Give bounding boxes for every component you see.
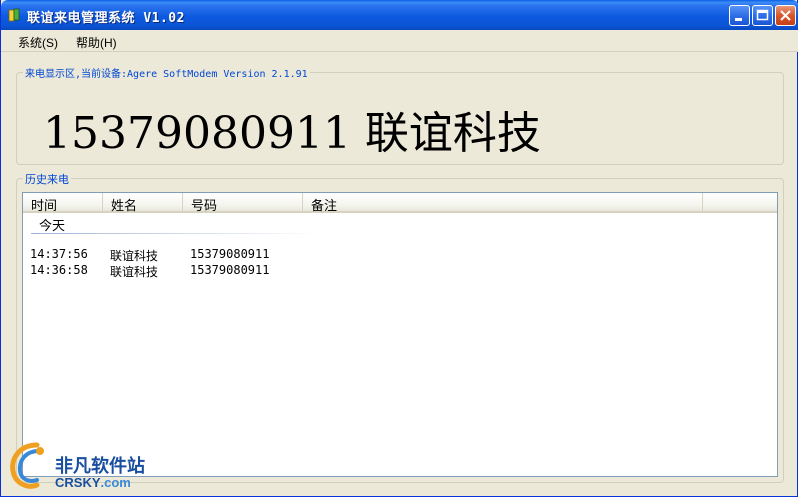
table-row[interactable]: 14:36:58 联谊科技 15379080911 [23,263,777,279]
watermark-logo-icon [10,442,44,489]
main-window: 联谊来电管理系统 V1.02 系统(S) 帮助(H) 来电显示区,当前设备:Ag… [0,0,798,497]
caller-display-group: 来电显示区,当前设备:Agere SoftModem Version 2.1.9… [16,65,784,165]
column-header-number[interactable]: 号码 [183,193,303,213]
watermark-en-suffix: .com [100,475,131,490]
watermark: 非凡软件站 CRSKY.com [7,437,162,493]
caller-group-title: 来电显示区,当前设备:Agere SoftModem Version 2.1.9… [23,65,310,80]
row-name: 联谊科技 [110,249,159,263]
list-group-today[interactable]: 今天 [39,215,65,234]
row-number: 15379080911 [190,263,270,277]
caller-display-text: 15379080911 联谊科技 [43,108,541,159]
column-header-note[interactable]: 备注 [303,193,703,213]
menu-bar: 系统(S) 帮助(H) [1,30,798,52]
row-number: 15379080911 [190,247,270,261]
maximize-button[interactable] [752,5,773,26]
row-name: 联谊科技 [110,265,159,279]
list-header: 时间 姓名 号码 备注 [23,193,777,213]
window-title: 联谊来电管理系统 V1.02 [27,11,185,26]
close-button[interactable] [775,5,796,26]
maximize-icon [756,9,769,21]
title-bar[interactable]: 联谊来电管理系统 V1.02 [1,0,798,30]
minimize-button[interactable] [729,5,750,26]
watermark-en: CRSKY.com [55,475,131,490]
minimize-icon [735,18,742,21]
row-time: 14:36:58 [30,263,88,277]
app-icon [8,8,20,22]
watermark-en-main: CRSKY [55,475,101,490]
menu-system[interactable]: 系统(S) [18,34,58,51]
close-icon [780,10,791,21]
row-time: 14:37:56 [30,247,88,261]
column-header-time[interactable]: 时间 [23,193,103,213]
table-row[interactable]: 14:37:56 联谊科技 15379080911 [23,247,777,263]
menu-help[interactable]: 帮助(H) [76,34,117,51]
history-group-title: 历史来电 [23,171,71,187]
column-header-name[interactable]: 姓名 [103,193,183,213]
list-group-divider [31,233,321,234]
history-list[interactable]: 时间 姓名 号码 备注 今天 14:37:56 联谊科技 15379080911… [22,192,778,477]
